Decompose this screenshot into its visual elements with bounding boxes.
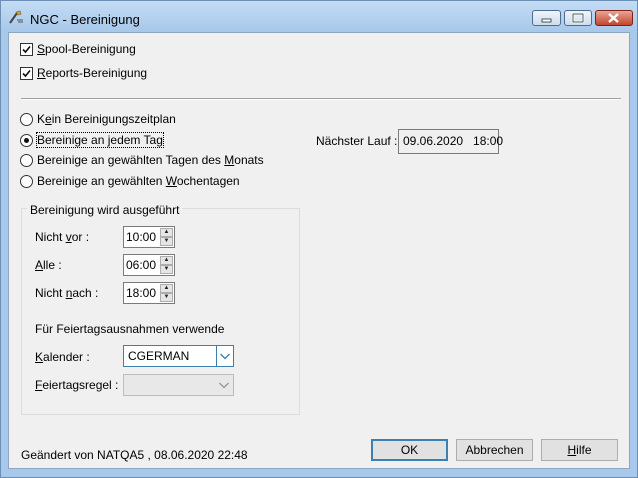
every-value[interactable]: 06:00 <box>126 258 156 272</box>
radio-days-of-month[interactable] <box>20 154 33 167</box>
close-button[interactable] <box>595 10 633 26</box>
arrow-up-icon[interactable]: ▲ <box>160 256 173 265</box>
help-button[interactable]: Hilfe <box>541 439 618 461</box>
cancel-button[interactable]: Abbrechen <box>456 439 533 461</box>
next-run-label: Nächster Lauf : <box>316 134 398 148</box>
spool-cleanup-label[interactable]: Spool-Bereinigung <box>37 42 136 56</box>
calendar-label: Kalender : <box>35 350 90 364</box>
window-title: NGC - Bereinigung <box>30 12 140 27</box>
reports-cleanup-label[interactable]: Reports-Bereinigung <box>37 66 147 80</box>
checkmark-icon <box>22 45 31 54</box>
next-run-field: 09.06.2020 18:00 <box>398 129 503 154</box>
calendar-dropdown-button[interactable] <box>216 346 233 366</box>
every-label: Alle : <box>35 258 62 272</box>
calendar-dropdown[interactable]: CGERMAN <box>123 345 234 367</box>
app-icon <box>9 10 23 24</box>
maximize-button[interactable] <box>564 10 592 26</box>
execution-group-title: Bereinigung wird ausgeführt <box>27 203 183 217</box>
minimize-icon <box>541 18 552 23</box>
maximize-icon <box>571 12 585 24</box>
radio-every-day[interactable] <box>20 134 33 147</box>
not-after-label: Nicht nach : <box>35 286 99 300</box>
holiday-heading: Für Feiertagsausnahmen verwende <box>35 322 225 336</box>
radio-no-schedule-label[interactable]: Kein Bereinigungszeitplan <box>37 112 176 126</box>
not-after-spinner[interactable]: 18:00 ▲ ▼ <box>123 282 175 304</box>
radio-every-day-label[interactable]: Bereinige an jedem Tag <box>36 132 164 148</box>
arrow-up-icon[interactable]: ▲ <box>160 228 173 237</box>
dialog-body: Spool-Bereinigung Reports-Bereinigung Ke… <box>8 32 630 469</box>
radio-weekdays-label[interactable]: Bereinige an gewählten Wochentagen <box>37 174 240 188</box>
radio-weekdays[interactable] <box>20 175 33 188</box>
holiday-rule-label: Feiertagsregel : <box>35 378 119 392</box>
arrow-down-icon[interactable]: ▼ <box>160 265 173 274</box>
arrow-down-icon[interactable]: ▼ <box>160 237 173 246</box>
separator <box>21 98 621 100</box>
close-icon <box>608 13 619 23</box>
not-after-value[interactable]: 18:00 <box>126 286 156 300</box>
not-before-label: Nicht vor : <box>35 230 90 244</box>
arrow-down-icon[interactable]: ▼ <box>160 293 173 302</box>
ok-button[interactable]: OK <box>371 439 448 461</box>
chevron-down-icon <box>219 382 229 389</box>
radio-no-schedule[interactable] <box>20 113 33 126</box>
holiday-rule-dropdown-button[interactable] <box>216 375 233 395</box>
not-before-spinner[interactable]: 10:00 ▲ ▼ <box>123 226 175 248</box>
minimize-button[interactable] <box>532 10 561 26</box>
title-bar[interactable]: NGC - Bereinigung <box>1 1 637 31</box>
holiday-rule-dropdown[interactable] <box>123 374 234 396</box>
spool-cleanup-checkbox[interactable] <box>20 43 33 56</box>
every-spinner[interactable]: 06:00 ▲ ▼ <box>123 254 175 276</box>
dialog-window: NGC - Bereinigung Spool-Bereinigung Repo… <box>0 0 638 478</box>
calendar-value: CGERMAN <box>128 349 190 363</box>
checkmark-icon <box>22 69 31 78</box>
radio-days-of-month-label[interactable]: Bereinige an gewählten Tagen des Monats <box>37 153 264 167</box>
not-before-value[interactable]: 10:00 <box>126 230 156 244</box>
changed-by-text: Geändert von NATQA5 , 08.06.2020 22:48 <box>21 448 248 462</box>
chevron-down-icon <box>220 353 230 360</box>
reports-cleanup-checkbox[interactable] <box>20 67 33 80</box>
arrow-up-icon[interactable]: ▲ <box>160 284 173 293</box>
